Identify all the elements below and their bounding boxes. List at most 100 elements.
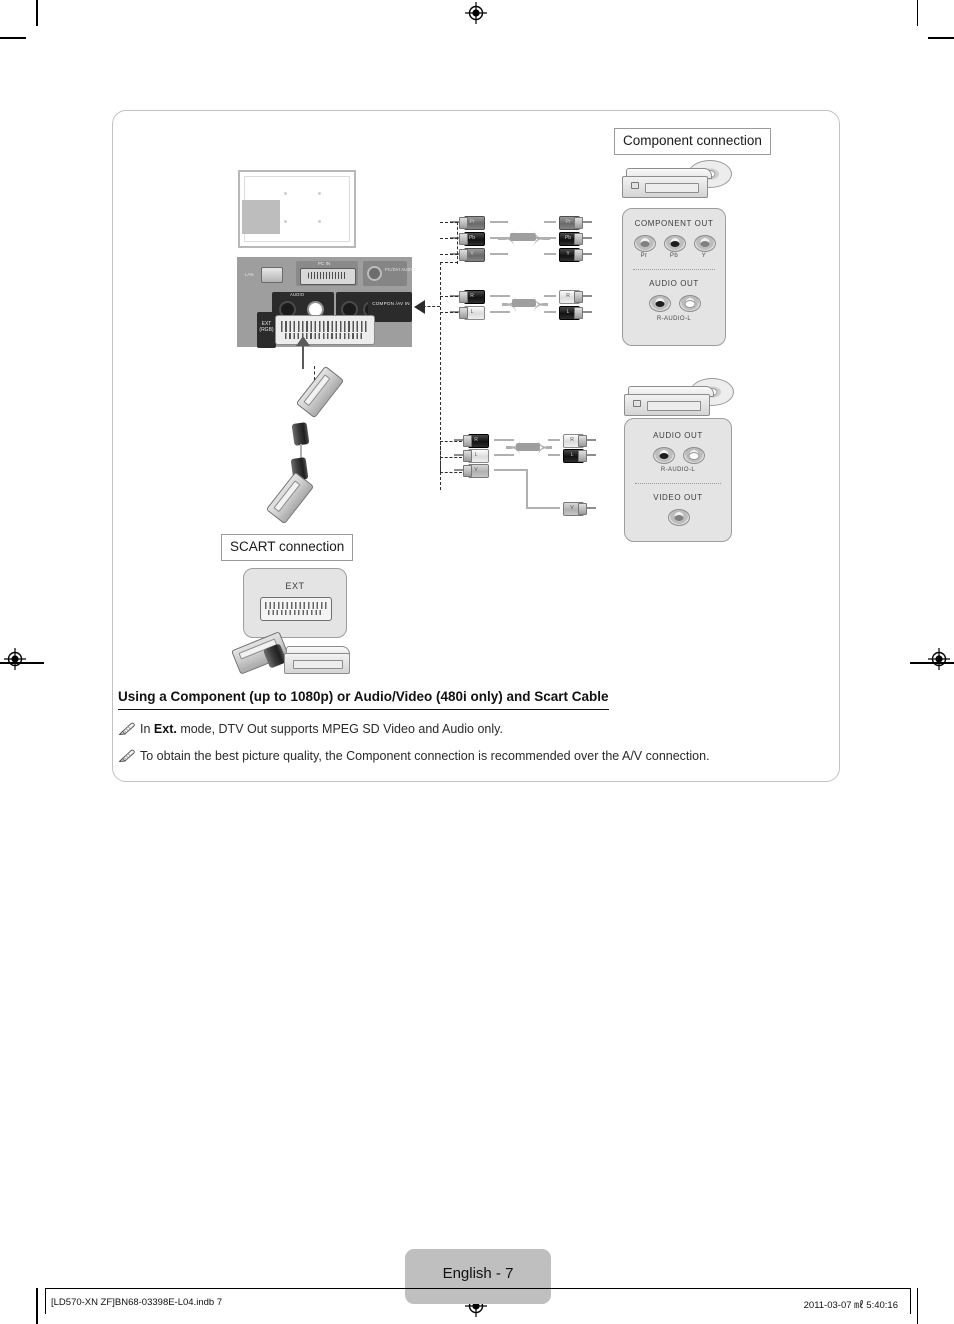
crop-mark-bottom-left-v: [36, 1288, 38, 1324]
av-cable-harness: R L V R L V: [452, 432, 602, 522]
plug-pin: [587, 507, 596, 509]
tv-port-label-component-av-in: COMPON /AV IN: [372, 301, 410, 306]
note-text: To obtain the best picture quality, the …: [140, 748, 710, 764]
pencil-note-icon: [118, 722, 135, 736]
component-plug-right-pb: Pb: [552, 232, 592, 246]
disc-tray-slot: [647, 401, 701, 411]
component-plug-left-pb: Pb: [450, 232, 490, 246]
video-wire-vertical: [526, 469, 528, 509]
component-cable-harness: Pr Pb Y Pr Pb Y: [448, 214, 598, 262]
note-prefix: In: [140, 721, 154, 736]
plug-glyph-r: R: [470, 292, 474, 299]
plug-glyph-l: L: [470, 308, 474, 315]
plug-glyph-l: L: [474, 451, 478, 458]
harness-splitter: [512, 299, 536, 307]
plug-ring: [574, 217, 583, 229]
plug-pin: [454, 469, 463, 471]
scart-guide-dashed-line: [314, 366, 315, 380]
plug-glyph-pb: Pb: [564, 234, 572, 241]
page-number-badge: English - 7: [405, 1249, 551, 1304]
audio-plug-right-r: R: [552, 290, 592, 304]
tv-scart-socket: [275, 315, 375, 345]
scart-ext-label: EXT: [285, 581, 305, 591]
disc-tray-slot: [645, 183, 699, 193]
av-output-jack-panel: AUDIO OUT R-AUDIO-L VIDEO OUT: [624, 418, 732, 542]
notes-section: Using a Component (up to 1080p) or Audio…: [118, 688, 818, 764]
scart-cable-barrel-upper: [291, 422, 310, 446]
tv-mount-dot: [284, 220, 287, 223]
callout-scart-connection: SCART connection: [221, 534, 354, 561]
registration-target-left: [4, 648, 26, 670]
panel-divider: [635, 483, 721, 484]
plug-pin: [454, 454, 463, 456]
component-out-socket-pb: [664, 235, 686, 252]
guide-dashed-from-tv: [418, 306, 440, 307]
plug-glyph-pr: Pr: [469, 218, 475, 225]
pencil-note-icon: [118, 749, 135, 763]
scart-cable-assembly: [265, 365, 350, 526]
component-out-jack-label-y: Y: [701, 253, 707, 259]
harness-splitter: [510, 233, 536, 241]
scart-cable-plug-lower: [265, 471, 315, 525]
plug-glyph-r: R: [474, 436, 478, 443]
plug-ring: [574, 249, 583, 261]
plug-pin: [587, 439, 596, 441]
component-audio-socket-r: [649, 295, 671, 312]
guide-dashed-branch-5: [440, 312, 458, 313]
component-plug-left-pr: Pr: [450, 216, 490, 230]
disc-tray-slot: [293, 660, 343, 669]
av-source-device: [622, 378, 737, 418]
device-front-face: [624, 394, 710, 416]
component-plug-right-pr: Pr: [552, 216, 592, 230]
crop-mark-top-right-h: [928, 37, 954, 39]
scart-pin-row-top: [265, 602, 327, 609]
video-wire-horizontal: [494, 469, 528, 471]
av-plug-left-r: R: [454, 434, 494, 448]
component-out-socket-y: [694, 235, 716, 252]
tv-mount-dot: [318, 220, 321, 223]
audio-plug-left-l: L: [450, 306, 490, 320]
notes-heading: Using a Component (up to 1080p) or Audio…: [118, 689, 609, 710]
av-audio-jacks-label: R-AUDIO-L: [660, 467, 696, 473]
plug-glyph-l: L: [566, 308, 570, 315]
pc-audio-jack: [367, 266, 382, 281]
eject-button-icon: [631, 182, 639, 189]
component-out-socket-pr: [634, 235, 656, 252]
guide-dashed-branch-7: [440, 457, 462, 458]
av-audio-out-title: AUDIO OUT: [653, 431, 703, 440]
plug-glyph-pb: Pb: [468, 234, 476, 241]
audio-plug-right-l: L: [552, 306, 592, 320]
plug-ring: [574, 233, 583, 245]
panel-divider: [633, 269, 715, 270]
d-sub-pin-row: [308, 272, 346, 279]
lan-port-icon: [261, 267, 283, 283]
registration-target-top: [465, 2, 487, 24]
component-output-jack-panel: COMPONENT OUT Pr Pb Y AUDIO OUT R-AUDIO-…: [622, 208, 726, 346]
plug-glyph-r: R: [570, 436, 574, 443]
component-audio-out-title: AUDIO OUT: [649, 279, 699, 288]
tv-port-label-ext: EXT (RGB): [259, 321, 274, 333]
plug-pin: [587, 454, 596, 456]
scart-arrow-head: [296, 336, 310, 346]
plug-ring: [578, 435, 587, 447]
crop-mark-top-right-v: [916, 0, 918, 26]
scart-arrow-stem: [302, 345, 304, 369]
guide-dashed-branch-2: [440, 238, 458, 239]
crop-mark-top-left-h: [0, 37, 26, 39]
footer-tick-right: [910, 1288, 911, 1314]
plug-glyph-video: V: [474, 466, 478, 473]
scart-ext-socket: [260, 597, 332, 621]
plug-pin: [583, 237, 592, 239]
tv-port-label-audio: AUDIO: [290, 292, 305, 297]
page-number-label: English - 7: [442, 1265, 514, 1282]
plug-pin: [583, 221, 592, 223]
video-wire-horizontal-2: [526, 507, 560, 509]
component-audio-socket-l: [679, 295, 701, 312]
component-out-title: COMPONENT OUT: [634, 219, 714, 228]
plug-ring: [574, 291, 583, 303]
component-in-arrow-head: [414, 300, 425, 314]
harness-splitter: [516, 443, 540, 451]
footer-rule: [45, 1288, 911, 1289]
guide-dashed-branch-8: [440, 472, 462, 473]
av-audio-socket-l: [683, 447, 705, 464]
